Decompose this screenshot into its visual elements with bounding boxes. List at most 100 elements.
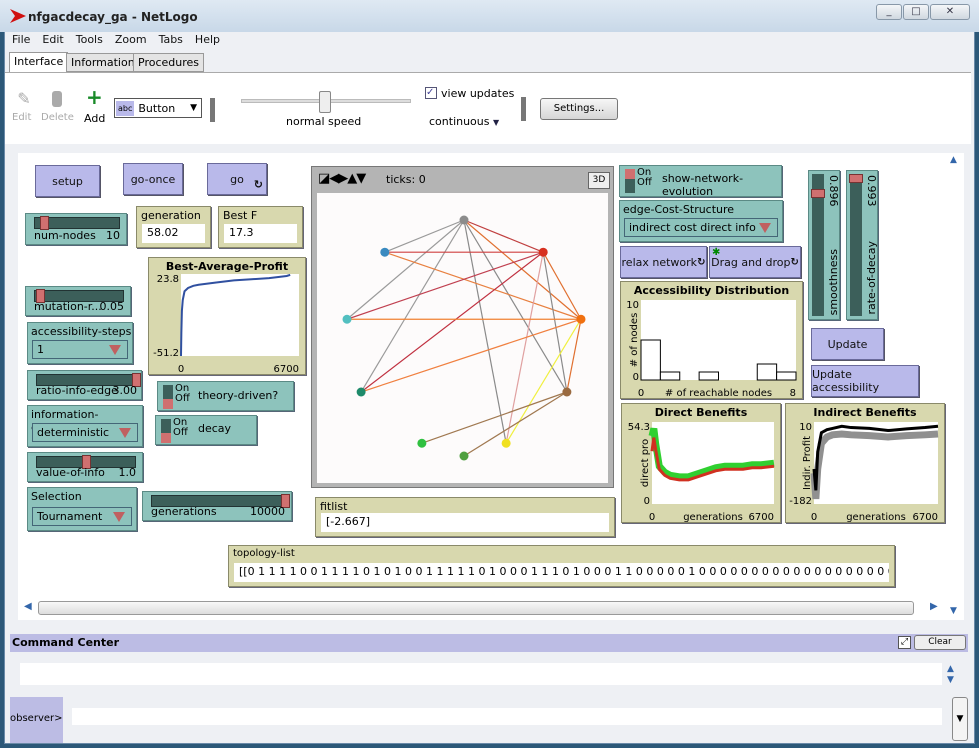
slider-label: smoothness xyxy=(827,248,840,315)
tab-procedures[interactable]: Procedures xyxy=(133,53,204,72)
x-axis-label: generations xyxy=(683,512,743,523)
setup-button[interactable]: setup xyxy=(35,165,100,197)
widget-type-select[interactable]: abc Button ▼ xyxy=(114,98,202,118)
scroll-right-icon[interactable]: ▶ xyxy=(930,601,938,612)
view-updates-checkbox[interactable]: ✓ xyxy=(425,87,437,99)
network-link xyxy=(463,219,568,393)
switch-off-label: Off xyxy=(173,427,188,438)
update-accessibility-button[interactable]: Update accessibility xyxy=(811,365,919,397)
forever-icon: ↻ xyxy=(697,256,706,268)
decay-switch[interactable]: On Off decay xyxy=(155,415,257,445)
view-adjust-icons[interactable]: ◪◀▶▲▼ xyxy=(318,171,366,186)
accessibility-steps-chooser[interactable]: accessibility-steps 1 xyxy=(27,322,133,364)
slider-track[interactable] xyxy=(850,174,862,316)
network-node xyxy=(417,438,427,448)
network-link xyxy=(421,391,568,444)
switch-knob[interactable] xyxy=(161,433,171,443)
menu-help[interactable]: Help xyxy=(195,33,220,46)
monitor-label: Best F xyxy=(223,209,258,222)
menu-edit[interactable]: Edit xyxy=(42,33,63,46)
vertical-scrollbar[interactable]: ▲ ▼ xyxy=(946,153,964,620)
go-once-button[interactable]: go-once xyxy=(123,163,183,195)
settings-button[interactable]: Settings... xyxy=(540,98,618,120)
theory-driven-switch[interactable]: On Off theory-driven? xyxy=(157,381,294,411)
x-tick-label: 6700 xyxy=(913,512,938,523)
delete-button[interactable]: Delete xyxy=(41,112,74,123)
menu-tabs[interactable]: Tabs xyxy=(159,33,183,46)
show-network-evolution-switch[interactable]: On Off show-network-evolution xyxy=(619,165,782,198)
close-button[interactable]: ✕ xyxy=(930,4,970,20)
num-nodes-slider[interactable]: num-nodes 10 xyxy=(25,213,127,245)
update-mode-select[interactable]: continuous ▼ xyxy=(423,107,507,135)
network-link xyxy=(463,219,507,444)
scrollbar-thumb[interactable] xyxy=(38,601,914,615)
switch-track[interactable] xyxy=(161,419,171,443)
network-canvas[interactable] xyxy=(317,193,608,483)
scroll-down-icon[interactable]: ▼ xyxy=(947,675,954,685)
separator xyxy=(210,98,215,122)
rate-of-decay-slider[interactable]: 0.993 rate-of-decay xyxy=(846,170,878,320)
generations-slider[interactable]: generations 10000 xyxy=(142,491,292,521)
netlogo-logo-icon xyxy=(10,9,26,23)
network-node xyxy=(342,314,352,324)
button-label: Drag and drop xyxy=(711,255,791,269)
maximize-button[interactable]: □ xyxy=(903,4,929,20)
history-dropdown-icon[interactable]: ▼ xyxy=(952,697,968,741)
value-of-info-slider[interactable]: value-of-info 1.0 xyxy=(27,452,143,482)
menu-file[interactable]: File xyxy=(12,33,30,46)
tab-interface[interactable]: Interface xyxy=(9,52,69,73)
minimize-button[interactable]: _ xyxy=(876,4,902,20)
horizontal-scrollbar[interactable]: ◀ ▶ xyxy=(18,598,946,620)
topology-list-monitor: topology-list [[0 1 1 1 1 0 0 1 1 1 1 0 1… xyxy=(228,545,895,587)
smoothness-slider[interactable]: 0.896 smoothness xyxy=(808,170,840,320)
relax-network-button[interactable]: relax network ↻ xyxy=(620,246,707,278)
switch-track[interactable] xyxy=(163,385,173,409)
speed-slider-knob[interactable] xyxy=(319,91,331,113)
edge-cost-structure-chooser[interactable]: edge-Cost-Structure indirect cost direct … xyxy=(619,200,783,242)
switch-knob[interactable] xyxy=(163,399,173,409)
observer-label[interactable]: observer> xyxy=(10,697,63,743)
menu-tools[interactable]: Tools xyxy=(76,33,103,46)
ratio-info-edge-slider[interactable]: ratio-info-edge 3.00 xyxy=(27,370,142,400)
dropdown-triangle-icon xyxy=(119,428,131,438)
command-input[interactable] xyxy=(72,708,942,725)
switch-label: decay xyxy=(198,422,232,435)
update-button[interactable]: Update xyxy=(811,328,884,360)
scroll-left-icon[interactable]: ◀ xyxy=(24,601,32,612)
selection-chooser[interactable]: Selection Tournament xyxy=(27,487,137,531)
network-link xyxy=(360,251,544,393)
network-node xyxy=(576,314,586,324)
clear-button[interactable]: Clear xyxy=(914,635,966,650)
switch-knob[interactable] xyxy=(625,169,635,179)
slider-label: ratio-info-edge xyxy=(36,384,118,397)
expand-icon[interactable]: ⤢ xyxy=(898,636,911,649)
add-plus-icon: + xyxy=(86,85,103,109)
slider-label: mutation-r... xyxy=(34,300,102,313)
menu-zoom[interactable]: Zoom xyxy=(115,33,147,46)
drag-and-drop-button[interactable]: ✱ Drag and drop ↻ xyxy=(709,246,801,278)
ticks-label: ticks: 0 xyxy=(386,173,426,186)
plot-area xyxy=(181,274,299,356)
scroll-up-icon[interactable]: ▲ xyxy=(947,664,954,674)
monitor-value: 17.3 xyxy=(224,224,297,243)
slider-knob[interactable] xyxy=(40,216,49,230)
scroll-down-icon[interactable]: ▼ xyxy=(950,606,957,616)
go-button[interactable]: go ↻ xyxy=(207,163,267,195)
tab-information[interactable]: Information xyxy=(66,53,140,72)
3d-button[interactable]: 3D xyxy=(588,172,610,189)
command-output xyxy=(20,663,942,685)
slider-knob[interactable] xyxy=(849,174,863,183)
button-label: relax network xyxy=(621,255,698,269)
slider-knob[interactable] xyxy=(811,189,825,198)
command-center-header: Command Center ⤢ Clear xyxy=(10,634,968,652)
add-button[interactable]: Add xyxy=(84,112,105,125)
network-node xyxy=(562,387,572,397)
edit-button[interactable]: Edit xyxy=(12,112,31,123)
information-endowment-chooser[interactable]: information-endowm...deterministic xyxy=(27,405,143,447)
mutation-rate-slider[interactable]: mutation-r... 0.05 xyxy=(25,286,131,316)
network-link xyxy=(360,318,582,393)
network-link xyxy=(384,219,465,253)
chooser-label: accessibility-steps xyxy=(31,325,132,338)
switch-track[interactable] xyxy=(625,169,635,193)
scroll-up-icon[interactable]: ▲ xyxy=(950,155,960,165)
